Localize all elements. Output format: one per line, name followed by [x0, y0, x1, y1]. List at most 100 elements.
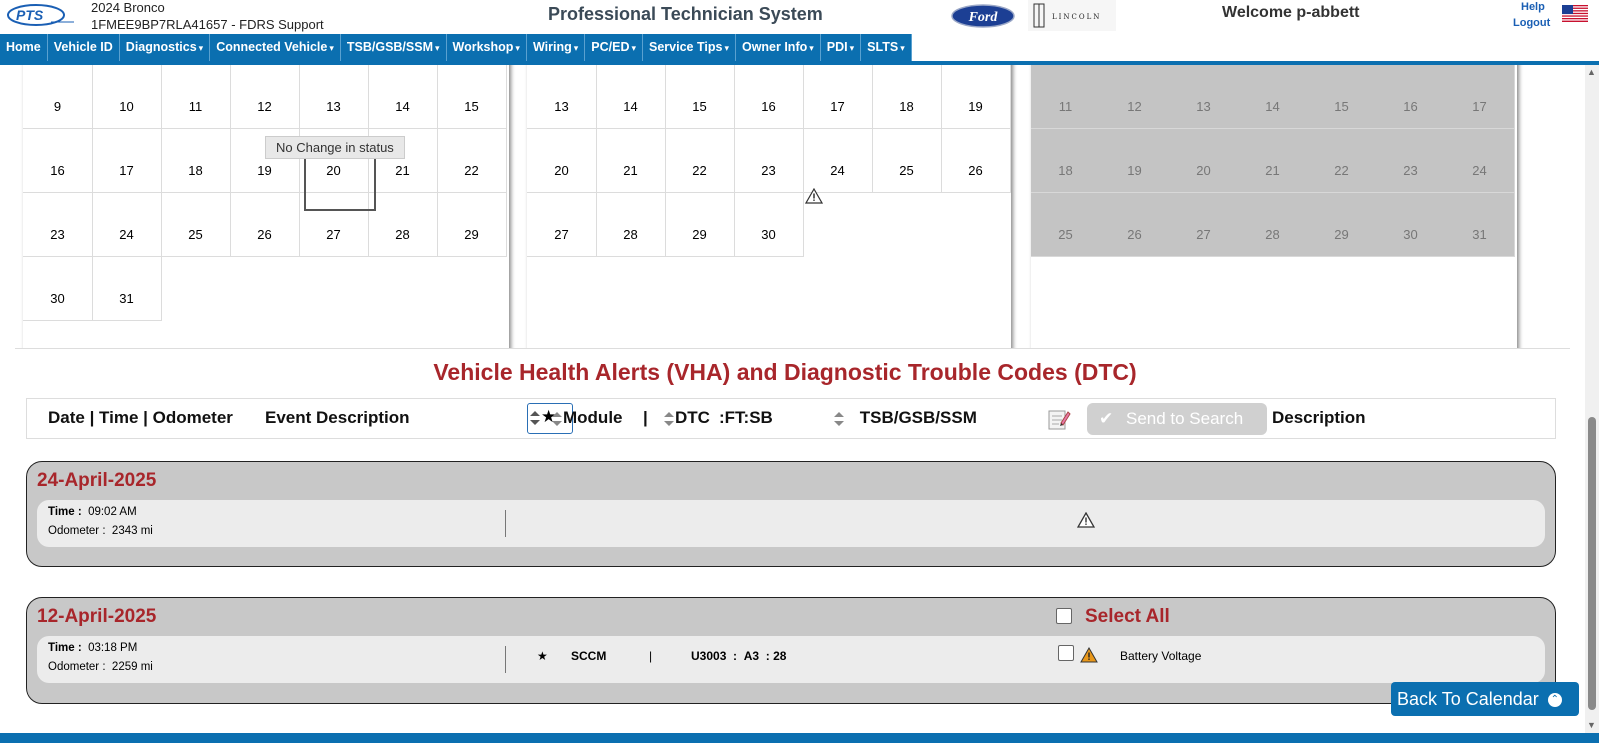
send-to-search-button[interactable]: ✔ Send to Search: [1087, 403, 1267, 435]
nav-item-workshop[interactable]: Workshop ▾: [447, 34, 527, 61]
calendar-day[interactable]: 15: [437, 65, 507, 129]
calendar-day[interactable]: 23: [1376, 129, 1446, 193]
calendar-day[interactable]: 23: [23, 193, 93, 257]
nav-item-wiring[interactable]: Wiring ▾: [527, 34, 586, 61]
scroll-up-arrow[interactable]: ▲: [1587, 67, 1596, 77]
calendar-day[interactable]: 25: [872, 129, 942, 193]
col-tsb[interactable]: TSB/GSB/SSM: [833, 408, 977, 428]
calendar-day[interactable]: 19: [941, 65, 1011, 129]
page-scrollbar[interactable]: ▲ ▼: [1585, 65, 1599, 733]
calendar-day[interactable]: 24: [803, 129, 873, 193]
calendar-day[interactable]: 29: [1307, 193, 1377, 257]
scroll-thumb[interactable]: [1588, 417, 1596, 710]
calendar-day[interactable]: 17: [803, 65, 873, 129]
event-group: 24-April-2025 Time : 09:02 AM Odometer :…: [26, 461, 1556, 567]
col-module[interactable]: Module: [551, 408, 623, 428]
calendar-day[interactable]: 13: [1169, 65, 1239, 129]
calendar-day[interactable]: 26: [230, 193, 300, 257]
logout-link[interactable]: Logout: [1513, 17, 1550, 29]
calendar-day[interactable]: 12: [230, 65, 300, 129]
calendar-day[interactable]: 28: [368, 193, 438, 257]
calendar-day[interactable]: 25: [1031, 193, 1101, 257]
calendar-day[interactable]: 15: [665, 65, 735, 129]
calendar-day[interactable]: 27: [1169, 193, 1239, 257]
nav-item-pc-ed[interactable]: PC/ED ▾: [585, 34, 643, 61]
calendar-day[interactable]: 28: [596, 193, 666, 257]
calendar-day[interactable]: 30: [1376, 193, 1446, 257]
ford-logo[interactable]: Ford: [951, 4, 1015, 28]
calendar-day[interactable]: 23: [734, 129, 804, 193]
calendar-day[interactable]: 24: [92, 193, 162, 257]
calendar-day[interactable]: 22: [1307, 129, 1377, 193]
calendar-day[interactable]: 22: [665, 129, 735, 193]
col-dtc[interactable]: DTC: [663, 408, 710, 428]
calendar-day[interactable]: 19: [1100, 129, 1170, 193]
nav-item-owner-info[interactable]: Owner Info ▾: [736, 34, 821, 61]
calendar-day[interactable]: 29: [437, 193, 507, 257]
nav-item-diagnostics[interactable]: Diagnostics ▾: [120, 34, 211, 61]
lincoln-logo[interactable]: LINCOLN: [1028, 0, 1116, 31]
calendar-day[interactable]: 26: [1100, 193, 1170, 257]
calendar-day[interactable]: 30: [23, 257, 93, 321]
calendar-day[interactable]: 30: [734, 193, 804, 257]
col-event-description[interactable]: Event Description: [265, 408, 410, 428]
select-all-checkbox[interactable]: [1056, 608, 1072, 624]
calendar-day[interactable]: 17: [92, 129, 162, 193]
calendar-day[interactable]: 18: [1031, 129, 1101, 193]
event-row[interactable]: Time : 09:02 AM Odometer : 2343 mi: [37, 500, 1545, 547]
nav-item-home[interactable]: Home: [0, 34, 48, 61]
event-dtc[interactable]: U3003 : A3 : 28: [691, 649, 786, 663]
calendar-day[interactable]: 11: [1031, 65, 1101, 129]
calendar-day[interactable]: 10: [92, 65, 162, 129]
calendar-day[interactable]: 16: [1376, 65, 1446, 129]
scroll-down-arrow[interactable]: ▼: [1587, 720, 1596, 730]
calendar-day[interactable]: 14: [368, 65, 438, 129]
calendar-day[interactable]: 15: [1307, 65, 1377, 129]
back-to-calendar-button[interactable]: Back To Calendar ⌃: [1391, 682, 1579, 716]
check-icon: ✔: [1099, 409, 1114, 428]
calendar-day[interactable]: 31: [92, 257, 162, 321]
calendar-day[interactable]: 18: [161, 129, 231, 193]
calendar-day[interactable]: 16: [734, 65, 804, 129]
col-separator: |: [643, 408, 648, 427]
col-date-time-odometer[interactable]: Date | Time | Odometer: [48, 408, 233, 428]
calendar-day[interactable]: 29: [665, 193, 735, 257]
calendar-day[interactable]: 21: [1238, 129, 1308, 193]
calendar-day[interactable]: 12: [1100, 65, 1170, 129]
calendar-day[interactable]: 24: [1445, 129, 1515, 193]
calendar-day[interactable]: 14: [596, 65, 666, 129]
warning-icon[interactable]: [942, 65, 960, 69]
calendar-day[interactable]: 21: [596, 129, 666, 193]
calendar-day[interactable]: 13: [527, 65, 597, 129]
nav-item-service-tips[interactable]: Service Tips ▾: [643, 34, 736, 61]
calendar-day[interactable]: 13: [299, 65, 369, 129]
calendar-day[interactable]: 20: [1169, 129, 1239, 193]
calendar-day[interactable]: 18: [872, 65, 942, 129]
calendar-day[interactable]: 16: [23, 129, 93, 193]
event-row[interactable]: Time : 03:18 PM Odometer : 2259 mi ★ SCC…: [37, 636, 1545, 683]
warning-outline-icon[interactable]: [805, 188, 823, 209]
calendar-day[interactable]: 31: [1445, 193, 1515, 257]
calendar-day[interactable]: 11: [161, 65, 231, 129]
us-flag-icon[interactable]: [1562, 5, 1588, 22]
nav-item-connected-vehicle[interactable]: Connected Vehicle ▾: [210, 34, 341, 61]
sort-icon: [664, 411, 674, 426]
nav-item-pdi[interactable]: PDI ▾: [821, 34, 862, 61]
pts-logo[interactable]: PTS: [6, 3, 76, 27]
calendar-day[interactable]: 25: [161, 193, 231, 257]
nav-item-slts[interactable]: SLTS ▾: [861, 34, 912, 61]
calendar-day[interactable]: 17: [1445, 65, 1515, 129]
calendar-day[interactable]: 27: [527, 193, 597, 257]
edit-note-icon[interactable]: [1047, 407, 1071, 431]
calendar-day[interactable]: 28: [1238, 193, 1308, 257]
help-link[interactable]: Help: [1521, 1, 1545, 13]
nav-item-vehicle-id[interactable]: Vehicle ID: [48, 34, 120, 61]
select-all-label[interactable]: Select All: [1085, 606, 1170, 628]
calendar-day[interactable]: 26: [941, 129, 1011, 193]
calendar-day[interactable]: 20: [527, 129, 597, 193]
calendar-day[interactable]: 14: [1238, 65, 1308, 129]
event-checkbox[interactable]: [1058, 645, 1074, 661]
calendar-day[interactable]: 9: [23, 65, 93, 129]
nav-item-tsb-gsb-ssm[interactable]: TSB/GSB/SSM ▾: [341, 34, 447, 61]
calendar-day[interactable]: 22: [437, 129, 507, 193]
